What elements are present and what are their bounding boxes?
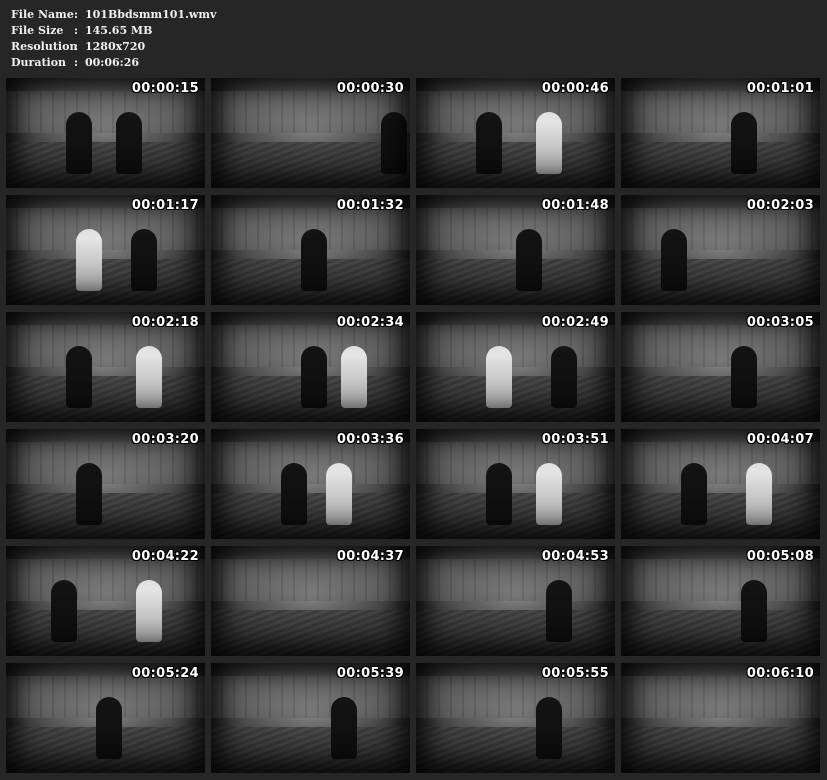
- file-name-row: File Name : 101Bbdsmm101.wmv: [11, 7, 216, 23]
- file-name-label: File Name: [11, 8, 74, 21]
- thumbnail-timestamp: 00:00:15: [131, 81, 199, 96]
- video-thumbnail: 00:05:39: [211, 663, 410, 773]
- thumbnail-timestamp: 00:05:55: [541, 666, 609, 681]
- separator: :: [74, 40, 79, 53]
- thumbnail-timestamp: 00:01:48: [541, 198, 609, 213]
- thumbnail-timestamp: 00:01:32: [336, 198, 404, 213]
- file-size-value: 145.65 MB: [85, 24, 153, 37]
- thumbnail-timestamp: 00:04:07: [746, 432, 814, 447]
- video-thumbnail: 00:05:55: [416, 663, 615, 773]
- separator: :: [74, 24, 79, 37]
- video-thumbnail: 00:01:17: [6, 195, 205, 305]
- duration-label: Duration: [11, 56, 67, 69]
- thumbnail-timestamp: 00:02:18: [131, 315, 199, 330]
- thumbnail-timestamp: 00:02:03: [746, 198, 814, 213]
- thumbnail-timestamp: 00:03:20: [131, 432, 199, 447]
- thumbnail-timestamp: 00:01:17: [131, 198, 199, 213]
- video-thumbnail: 00:05:24: [6, 663, 205, 773]
- thumbnail-timestamp: 00:03:51: [541, 432, 609, 447]
- video-thumbnail: 00:02:49: [416, 312, 615, 422]
- thumbnail-timestamp: 00:00:46: [541, 81, 609, 96]
- video-thumbnail: 00:04:07: [621, 429, 820, 539]
- separator: :: [74, 56, 79, 69]
- video-thumbnail: 00:02:34: [211, 312, 410, 422]
- file-info-panel: File Name : 101Bbdsmm101.wmv File Size :…: [11, 7, 216, 71]
- thumbnail-timestamp: 00:04:37: [336, 549, 404, 564]
- resolution-row: Resolution : 1280x720: [11, 39, 216, 55]
- separator: :: [74, 8, 79, 21]
- video-thumbnail: 00:00:15: [6, 78, 205, 188]
- video-thumbnail: 00:03:51: [416, 429, 615, 539]
- thumbnail-timestamp: 00:05:08: [746, 549, 814, 564]
- file-size-row: File Size : 145.65 MB: [11, 23, 216, 39]
- file-size-label: File Size: [11, 24, 64, 37]
- video-thumbnail: 00:00:46: [416, 78, 615, 188]
- video-thumbnail: 00:02:03: [621, 195, 820, 305]
- thumbnail-timestamp: 00:02:34: [336, 315, 404, 330]
- resolution-value: 1280x720: [85, 40, 146, 53]
- video-thumbnail: 00:01:01: [621, 78, 820, 188]
- thumbnail-timestamp: 00:03:36: [336, 432, 404, 447]
- thumbnail-timestamp: 00:05:39: [336, 666, 404, 681]
- thumbnail-timestamp: 00:06:10: [746, 666, 814, 681]
- thumbnail-timestamp: 00:05:24: [131, 666, 199, 681]
- video-thumbnail: 00:02:18: [6, 312, 205, 422]
- video-thumbnail: 00:00:30: [211, 78, 410, 188]
- thumbnail-grid: 00:00:15 00:00:30 00:00:46 00:01:01 00:01:17…: [6, 78, 821, 774]
- thumbnail-timestamp: 00:01:01: [746, 81, 814, 96]
- video-thumbnail: 00:05:08: [621, 546, 820, 656]
- thumbnail-timestamp: 00:04:22: [131, 549, 199, 564]
- video-thumbnail: 00:03:36: [211, 429, 410, 539]
- video-thumbnail: 00:01:32: [211, 195, 410, 305]
- resolution-label: Resolution: [11, 40, 78, 53]
- thumbnail-timestamp: 00:04:53: [541, 549, 609, 564]
- video-thumbnail: 00:01:48: [416, 195, 615, 305]
- video-thumbnail: 00:04:22: [6, 546, 205, 656]
- duration-value: 00:06:26: [85, 56, 140, 69]
- thumbnail-timestamp: 00:00:30: [336, 81, 404, 96]
- video-thumbnail: 00:03:20: [6, 429, 205, 539]
- file-name-value: 101Bbdsmm101.wmv: [85, 8, 217, 21]
- video-thumbnail: 00:03:05: [621, 312, 820, 422]
- video-thumbnail: 00:06:10: [621, 663, 820, 773]
- video-thumbnail: 00:04:53: [416, 546, 615, 656]
- thumbnail-timestamp: 00:02:49: [541, 315, 609, 330]
- video-thumbnail: 00:04:37: [211, 546, 410, 656]
- thumbnail-timestamp: 00:03:05: [746, 315, 814, 330]
- duration-row: Duration : 00:06:26: [11, 55, 216, 71]
